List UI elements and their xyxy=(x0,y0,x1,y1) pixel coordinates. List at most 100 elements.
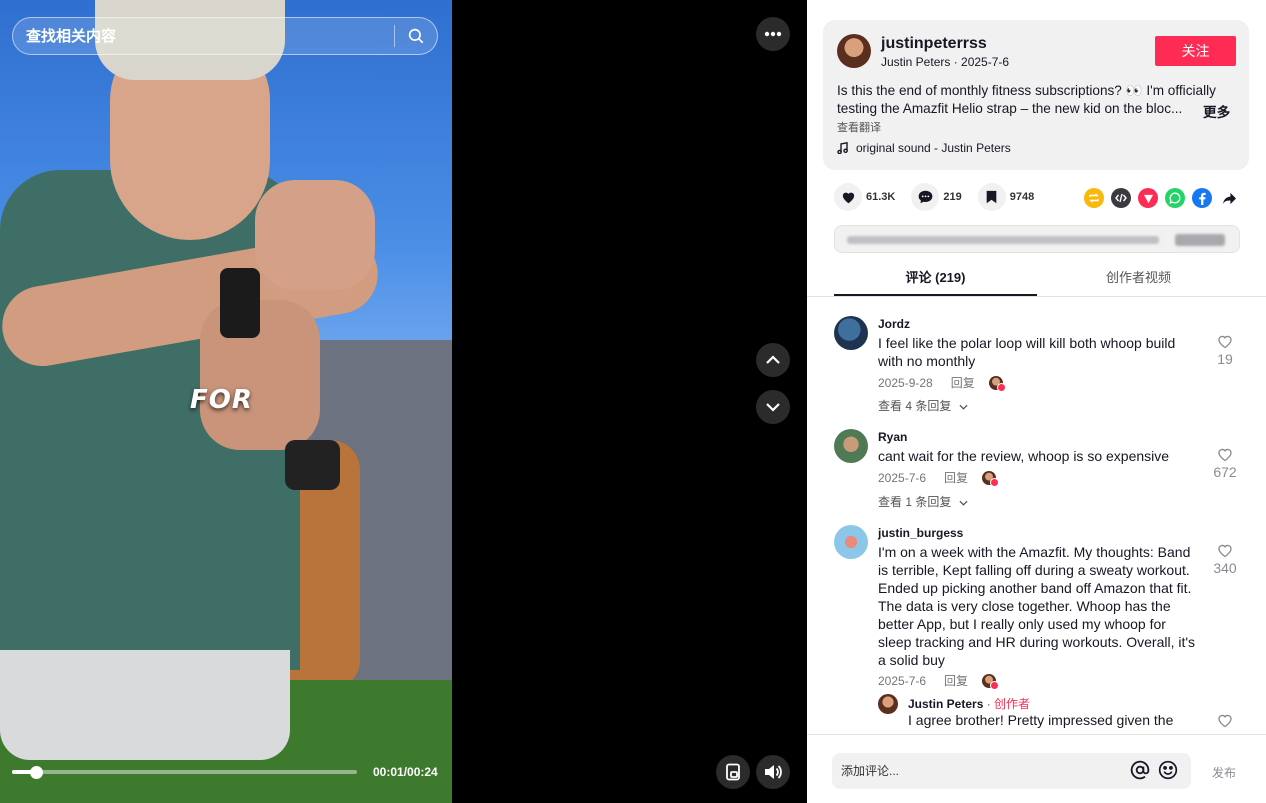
blurred-link-text xyxy=(847,236,1159,244)
volume-button[interactable] xyxy=(756,755,790,789)
send-to-friends-icon xyxy=(1143,194,1153,203)
reply-author-name[interactable]: Justin Peters xyxy=(908,697,983,711)
author-name-date: Justin Peters · 2025-7-6 xyxy=(881,55,1010,69)
follow-button[interactable]: 关注 xyxy=(1155,36,1236,66)
comment-count: 219 xyxy=(943,191,962,203)
save-count: 9748 xyxy=(1009,191,1035,203)
panel-tabs: 评论 (219) 创作者视频 xyxy=(834,262,1240,296)
reply-item: Justin Peters · 创作者 I agree brother! Pre… xyxy=(878,694,1244,734)
chevron-down-icon xyxy=(766,403,780,412)
heart-outline-icon xyxy=(1218,544,1232,558)
previous-video-button[interactable] xyxy=(756,343,790,377)
comment-text: I'm on a week with the Amazfit. My thoug… xyxy=(878,544,1196,668)
author-handle[interactable]: justinpeterrss xyxy=(881,35,987,53)
view-replies-link[interactable]: 查看 1 条回复 xyxy=(878,493,968,510)
author-avatar[interactable] xyxy=(837,34,871,68)
repost-button[interactable] xyxy=(1084,188,1104,208)
comment-like-button[interactable]: 19 xyxy=(1207,334,1243,367)
translate-link[interactable]: 查看翻译 xyxy=(837,119,881,135)
search-icon xyxy=(408,28,424,44)
commenter-avatar[interactable] xyxy=(834,429,868,463)
next-video-button[interactable] xyxy=(756,390,790,424)
embed-button[interactable] xyxy=(1111,188,1131,208)
heart-outline-icon xyxy=(1218,335,1232,349)
video-scene-fist xyxy=(255,180,375,290)
video-progress-bar[interactable] xyxy=(12,766,357,779)
copy-link-bar[interactable] xyxy=(834,225,1240,253)
save-button[interactable]: 9748 xyxy=(977,183,1035,211)
video-time: 00:01/00:24 xyxy=(373,765,438,779)
more-options-button[interactable] xyxy=(756,17,790,51)
view-replies-link[interactable]: 查看 4 条回复 xyxy=(878,397,968,414)
whatsapp-icon xyxy=(1169,192,1181,204)
embed-icon xyxy=(1115,193,1127,203)
reply-author-row: Justin Peters · 创作者 xyxy=(908,695,1030,712)
comment-like-button[interactable]: 340 xyxy=(1207,543,1243,576)
send-to-friends-button[interactable] xyxy=(1138,188,1158,208)
search-input[interactable] xyxy=(13,18,394,54)
details-panel: justinpeterrss Justin Peters · 2025-7-6 … xyxy=(807,0,1266,803)
description-line-2: testing the Amazfit Helio strap – the ne… xyxy=(837,101,1183,116)
share-more-button[interactable] xyxy=(1219,188,1239,208)
comment-icon-wrap xyxy=(911,183,940,211)
commenter-name[interactable]: justin_burgess xyxy=(878,526,963,540)
post-comment-button[interactable]: 发布 xyxy=(1212,764,1236,781)
facebook-icon xyxy=(1199,192,1206,205)
video-player[interactable]: FOR 00:01/00:24 xyxy=(0,0,452,803)
commenter-name[interactable]: Jordz xyxy=(878,317,910,331)
video-scene-watch-second xyxy=(285,440,340,490)
picture-in-picture-button[interactable] xyxy=(716,755,750,789)
like-button[interactable]: 61.3K xyxy=(834,183,895,211)
comment-like-button[interactable]: 672 xyxy=(1207,447,1243,480)
reply-like-button[interactable] xyxy=(1217,713,1233,733)
emoji-button[interactable] xyxy=(1158,760,1178,785)
save-icon-wrap xyxy=(977,183,1006,211)
video-scene-shorts xyxy=(0,650,290,760)
video-info-card: justinpeterrss Justin Peters · 2025-7-6 … xyxy=(823,20,1249,170)
share-options xyxy=(1084,188,1239,208)
reply-button[interactable]: 回复 xyxy=(944,469,968,486)
reply-text: I agree brother! Pretty impressed given … xyxy=(908,712,1174,728)
commenter-avatar[interactable] xyxy=(834,525,868,559)
commenter-name[interactable]: Ryan xyxy=(878,430,907,444)
chevron-down-icon xyxy=(959,500,968,506)
comment-date: 2025-7-6 xyxy=(878,470,927,485)
comment-meta: 2025-7-6 回复 xyxy=(878,469,1000,487)
comment-like-count: 672 xyxy=(1213,464,1237,480)
description-more-link[interactable]: 更多 xyxy=(1203,101,1230,121)
chevron-up-icon xyxy=(766,355,780,364)
search-box xyxy=(12,17,438,55)
reply-button[interactable]: 回复 xyxy=(944,672,968,689)
reply-separator: · xyxy=(983,697,995,711)
heart-outline-icon xyxy=(1218,714,1232,728)
search-button[interactable] xyxy=(395,18,437,54)
comment-date: 2025-9-28 xyxy=(878,375,933,390)
reply-author-avatar[interactable] xyxy=(878,694,898,714)
app-root: FOR 00:01/00:24 xyxy=(0,0,1266,803)
mention-button[interactable] xyxy=(1130,760,1150,785)
facebook-button[interactable] xyxy=(1192,188,1212,208)
comment-text: I feel like the polar loop will kill bot… xyxy=(878,335,1176,369)
bookmark-icon xyxy=(986,190,997,204)
whatsapp-button[interactable] xyxy=(1165,188,1185,208)
sound-link[interactable]: original sound - Justin Peters xyxy=(837,141,1011,155)
video-scene-watch xyxy=(220,268,260,338)
video-caption: FOR xyxy=(190,385,253,415)
tab-creator-videos[interactable]: 创作者视频 xyxy=(1037,262,1240,296)
reply-button[interactable]: 回复 xyxy=(951,374,975,391)
comment-text: cant wait for the review, whoop is so ex… xyxy=(878,448,1170,464)
progress-track xyxy=(12,770,357,774)
commenter-avatar[interactable] xyxy=(834,316,868,350)
heart-outline-icon xyxy=(1218,448,1232,462)
like-icon-wrap xyxy=(834,183,862,211)
comment-like-count: 340 xyxy=(1213,560,1237,576)
speaker-icon xyxy=(765,765,782,779)
comment-button[interactable]: 219 xyxy=(911,183,962,211)
like-count: 61.3K xyxy=(866,191,896,203)
tab-comments[interactable]: 评论 (219) xyxy=(834,262,1037,296)
comment-meta: 2025-7-6 回复 xyxy=(878,672,1000,690)
progress-knob[interactable] xyxy=(30,766,44,779)
repost-icon xyxy=(1089,193,1099,203)
ellipsis-icon xyxy=(764,31,782,37)
creator-liked-avatar xyxy=(982,470,1000,487)
